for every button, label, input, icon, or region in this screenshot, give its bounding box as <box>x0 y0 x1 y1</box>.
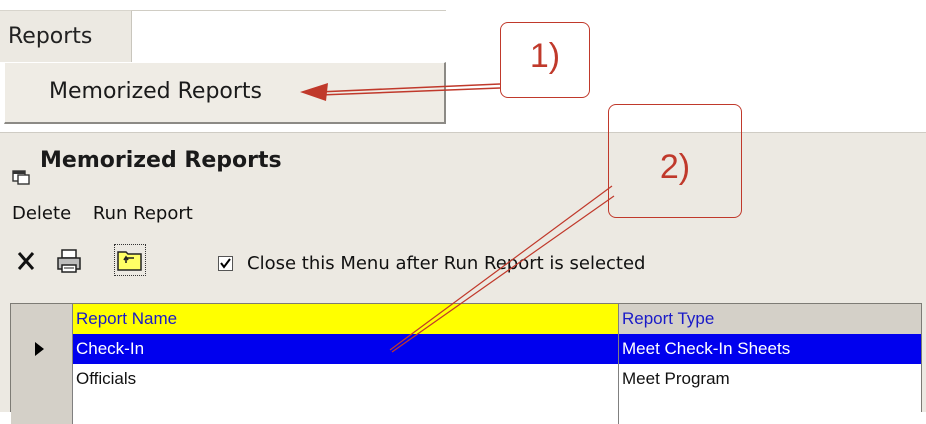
check-icon <box>220 258 231 269</box>
callout-2: 2) <box>608 104 742 218</box>
print-button[interactable] <box>54 245 86 277</box>
window-toolbar: Close this Menu after Run Report is sele… <box>12 244 912 285</box>
column-header-report-type[interactable]: Report Type <box>619 304 921 334</box>
report-name-cell-empty <box>73 394 619 424</box>
row-selector <box>11 394 73 424</box>
callout-1: 1) <box>500 22 590 98</box>
row-selector-header <box>11 304 73 334</box>
window-menubar: Delete Run Report <box>12 203 209 224</box>
column-header-report-name[interactable]: Report Name <box>73 304 619 334</box>
window-icon <box>12 151 30 185</box>
current-row-arrow-icon <box>35 342 44 356</box>
close-menu-option[interactable]: Close this Menu after Run Report is sele… <box>218 253 645 274</box>
menu-bar-line <box>132 10 446 11</box>
window-title-bar: Memorized Reports <box>0 133 926 189</box>
menu-item-memorized-reports-label: Memorized Reports <box>49 79 262 104</box>
report-type-cell[interactable]: Meet Program <box>619 364 921 394</box>
window-title: Memorized Reports <box>40 148 282 173</box>
close-menu-checkbox[interactable] <box>218 256 233 271</box>
folder-up-button[interactable] <box>114 244 146 276</box>
menu-delete[interactable]: Delete <box>12 203 71 224</box>
table-row[interactable]: Check-In Meet Check-In Sheets <box>11 334 921 364</box>
separator-band <box>0 124 926 132</box>
row-selector[interactable] <box>11 334 73 364</box>
memorized-reports-window: Memorized Reports Delete Run Report Clos… <box>0 132 926 424</box>
report-name-cell[interactable]: Officials <box>73 364 619 394</box>
printer-icon <box>57 249 81 273</box>
report-type-cell[interactable]: Meet Check-In Sheets <box>619 334 921 364</box>
table-row-empty <box>11 394 921 424</box>
grid-header-row: Report Name Report Type <box>11 304 921 334</box>
row-selector[interactable] <box>11 364 73 394</box>
menu-reports[interactable]: Reports <box>0 10 132 62</box>
report-name-cell[interactable]: Check-In <box>73 334 619 364</box>
close-menu-checkbox-label: Close this Menu after Run Report is sele… <box>247 253 646 274</box>
folder-up-icon <box>117 251 142 271</box>
report-type-cell-empty <box>619 394 921 424</box>
menu-run-report[interactable]: Run Report <box>93 203 193 224</box>
close-icon <box>17 252 35 270</box>
delete-button[interactable] <box>14 245 46 277</box>
reports-grid: Report Name Report Type Check-In Meet Ch… <box>10 303 922 424</box>
menu-item-memorized-reports[interactable]: Memorized Reports <box>4 62 446 124</box>
table-row[interactable]: Officials Meet Program <box>11 364 921 394</box>
menu-reports-label: Reports <box>8 24 93 49</box>
